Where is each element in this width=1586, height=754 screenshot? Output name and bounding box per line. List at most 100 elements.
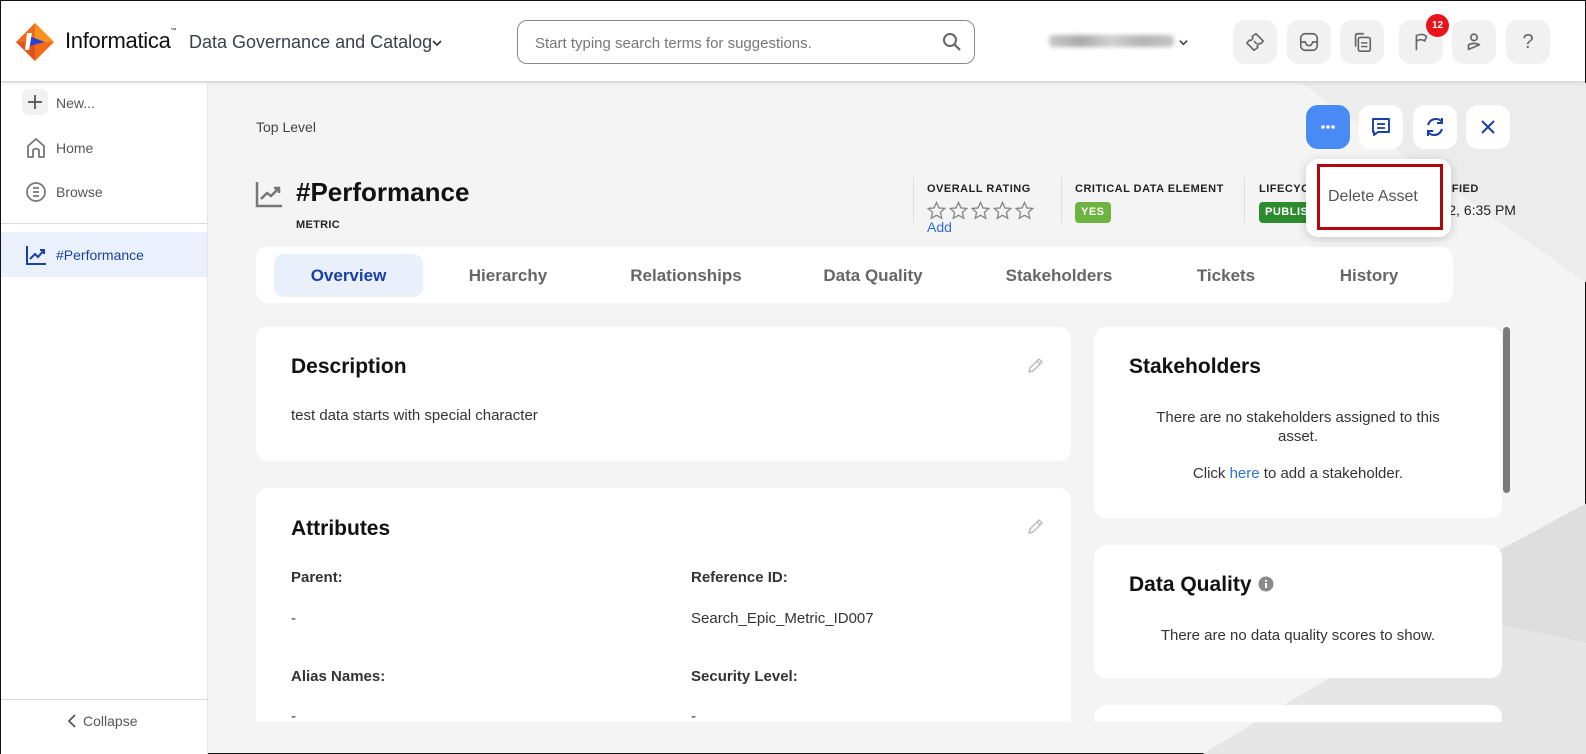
global-search[interactable] [517,20,975,64]
star-icon[interactable] [949,201,968,220]
attribute-label: Reference ID: [691,569,788,586]
sidebar-item-label: #Performance [56,246,144,263]
metric-icon [26,245,46,265]
more-actions-menu: Delete Asset [1306,159,1451,237]
search-input[interactable] [535,32,935,54]
tab-overview[interactable]: Overview [274,254,423,297]
meta-divider [1061,177,1062,223]
user-menu[interactable] [1049,33,1179,49]
ticket-icon [1245,32,1265,52]
data-quality-empty-text: There are no data quality scores to show… [1160,627,1436,644]
meta-divider [913,177,914,223]
sidebar-item-new[interactable]: New... [1,83,207,123]
tab-history[interactable]: History [1319,254,1419,297]
collapse-button[interactable]: Collapse [67,713,137,729]
star-rating[interactable] [927,201,1034,220]
info-icon[interactable] [1258,576,1274,592]
new-label: New... [56,95,95,111]
home-icon [27,138,45,158]
top-header: Informatica™ Data Governance and Catalog… [1,1,1585,82]
pencil-icon[interactable] [1025,517,1045,537]
add-rating-link[interactable]: Add [927,219,952,235]
help-icon: ? [1522,30,1534,53]
star-icon[interactable] [993,201,1012,220]
tickets-button[interactable] [1233,20,1277,64]
help-button[interactable]: ? [1506,20,1550,64]
inbox-button[interactable] [1287,20,1331,64]
card-title: Stakeholders [1129,355,1261,378]
sidebar: New... Home Browse #Performance Collapse [1,83,208,754]
product-switcher[interactable]: Data Governance and Catalog [189,32,432,53]
flag-icon [1415,33,1428,51]
rating-label: OVERALL RATING [927,183,1031,195]
description-card: Description test data starts with specia… [256,327,1071,461]
informatica-logo-icon[interactable] [15,22,55,62]
scrollbar-thumb[interactable] [1503,327,1510,493]
refresh-icon [1427,117,1443,137]
star-icon[interactable] [1015,201,1034,220]
chevron-down-icon[interactable] [431,37,443,49]
sidebar-item-browse[interactable]: Browse [1,172,207,212]
card-title: Description [291,355,407,378]
chevron-left-icon [67,714,76,728]
data-quality-card: Data Quality There are no data quality s… [1094,545,1502,678]
page-title: #Performance [296,177,470,207]
breadcrumb[interactable]: Top Level [256,119,316,135]
tab-bar: Overview Hierarchy Relationships Data Qu… [256,247,1453,303]
brand-name: Informatica™ [65,28,177,53]
sidebar-divider [1,699,207,700]
sidebar-item-performance[interactable]: #Performance [1,232,207,277]
refresh-button[interactable] [1413,105,1457,149]
chevron-down-icon[interactable] [1178,37,1189,48]
documents-button[interactable] [1340,20,1384,64]
sidebar-item-label: Home [56,140,94,156]
tab-data-quality[interactable]: Data Quality [803,254,943,297]
browse-icon [26,182,46,202]
copy-document-icon [1354,32,1372,52]
asset-type: METRIC [296,219,340,231]
description-text: test data starts with special character [291,407,538,424]
attributes-card: Attributes Parent: - Reference ID: Searc… [256,488,1071,722]
stakeholders-empty-text: There are no stakeholders assigned to th… [1156,409,1440,445]
star-icon[interactable] [927,201,946,220]
sidebar-divider [1,223,207,224]
attribute-value: - [691,708,696,722]
attribute-value: - [291,610,296,627]
attribute-label: Alias Names: [291,668,386,685]
blurred-username [1049,35,1174,47]
more-horizontal-icon [1321,125,1335,129]
notification-badge: 12 [1426,14,1449,37]
attribute-value: - [291,708,296,722]
sidebar-item-label: Browse [56,184,103,200]
add-stakeholder-link[interactable]: here [1230,465,1260,482]
sidebar-item-home[interactable]: Home [1,128,207,168]
cde-label: CRITICAL DATA ELEMENT [1075,183,1224,195]
attribute-value: Search_Epic_Metric_ID007 [691,610,874,627]
pencil-icon[interactable] [1025,356,1045,376]
metric-icon [255,182,282,208]
more-actions-button[interactable] [1306,105,1350,149]
attribute-label: Security Level: [691,668,798,685]
attribute-label: Parent: [291,569,343,586]
meta-divider [1244,177,1245,223]
cde-badge: YES [1075,202,1111,223]
user-icon [1467,33,1481,51]
tab-hierarchy[interactable]: Hierarchy [443,254,573,297]
inbox-icon [1299,32,1319,52]
next-card [1094,705,1502,722]
close-button[interactable] [1466,105,1510,149]
search-icon[interactable] [942,32,962,52]
star-icon[interactable] [971,201,990,220]
comment-icon [1372,118,1390,136]
tab-relationships[interactable]: Relationships [611,254,761,297]
tab-tickets[interactable]: Tickets [1176,254,1276,297]
stakeholders-card: Stakeholders There are no stakeholders a… [1094,327,1502,518]
comments-button[interactable] [1359,105,1403,149]
card-title: Data Quality [1129,573,1274,597]
tab-stakeholders[interactable]: Stakeholders [989,254,1129,297]
card-title: Attributes [291,517,391,540]
delete-asset-menu-item[interactable]: Delete Asset [1317,164,1443,230]
close-icon [1481,120,1495,134]
collapse-label: Collapse [83,713,138,729]
profile-button[interactable] [1452,20,1496,64]
